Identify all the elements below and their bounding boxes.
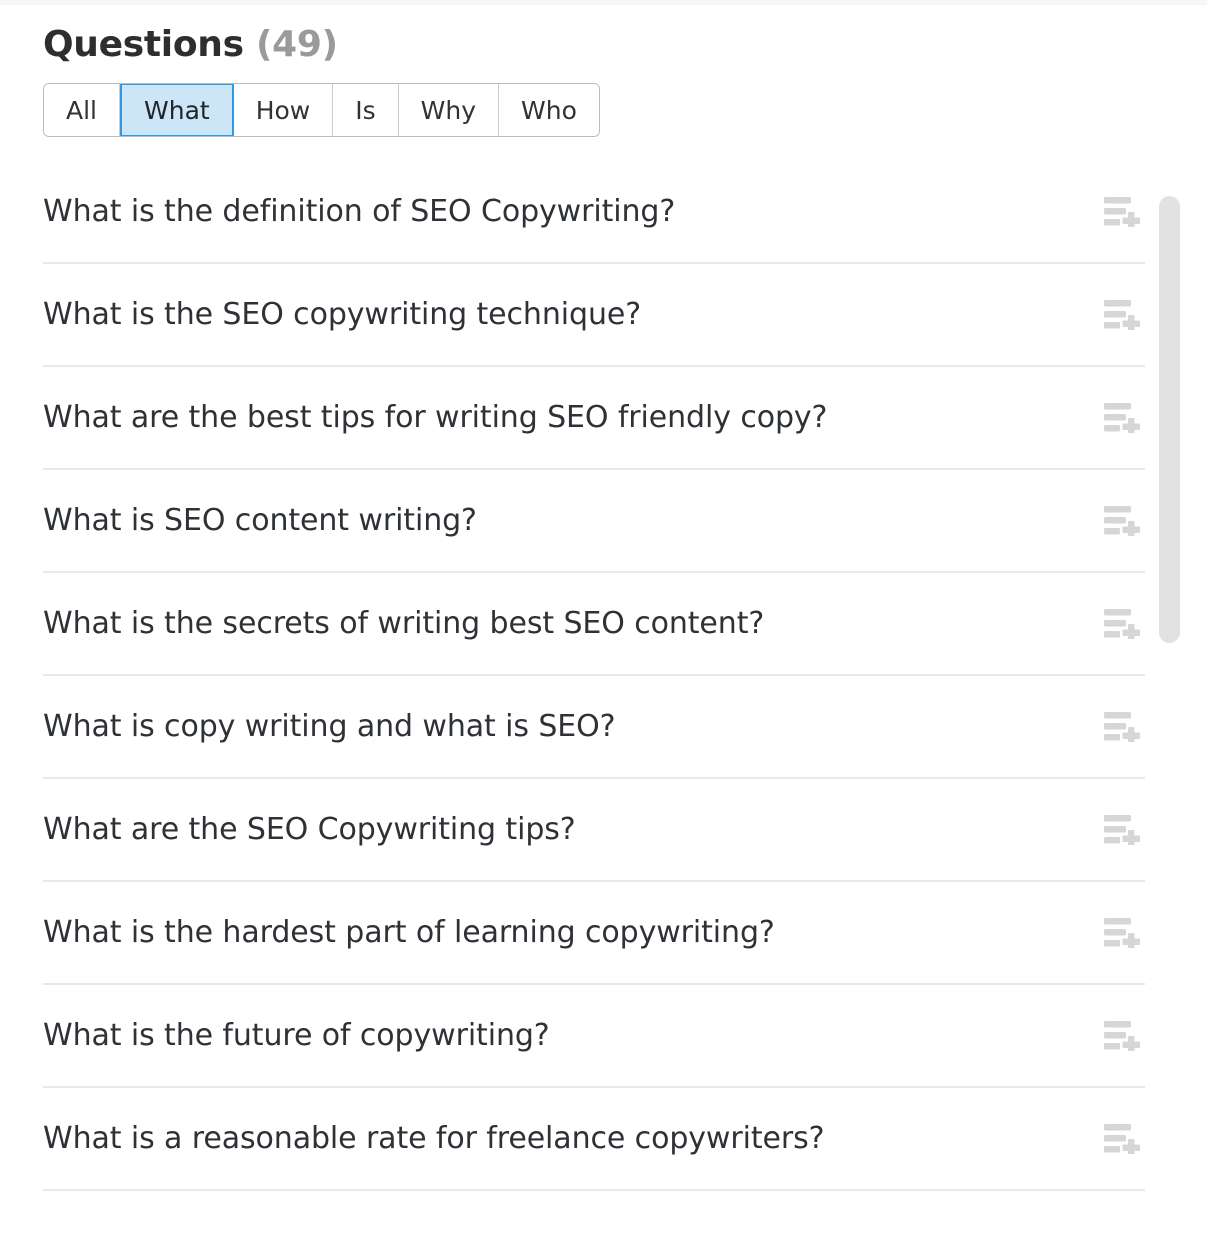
list-item[interactable]: What is the hardest part of learning cop… <box>43 882 1145 985</box>
add-to-list-button[interactable] <box>1101 602 1145 646</box>
add-to-list-icon <box>1104 197 1140 227</box>
add-to-list-button[interactable] <box>1101 396 1145 440</box>
list-item[interactable]: What is copy writing and what is SEO? <box>43 676 1145 779</box>
tab-how-label: How <box>255 95 311 125</box>
question-text: What is the hardest part of learning cop… <box>43 914 775 950</box>
list-item[interactable]: What is a reasonable rate for freelance … <box>43 1088 1145 1191</box>
question-list: What is the definition of SEO Copywritin… <box>0 162 1207 1191</box>
add-to-list-icon <box>1104 711 1140 742</box>
list-scrollbar-thumb[interactable] <box>1159 196 1180 643</box>
question-text: What is the SEO copywriting technique? <box>43 296 642 332</box>
question-text: What is copy writing and what is SEO? <box>43 708 616 744</box>
list-item[interactable]: What are the SEO Copywriting tips? <box>43 779 1145 882</box>
list-item[interactable]: What is the secrets of writing best SEO … <box>43 573 1145 676</box>
list-item[interactable]: What is SEO content writing? <box>43 470 1145 573</box>
add-to-list-button[interactable] <box>1101 499 1145 543</box>
list-item[interactable]: What is the SEO copywriting technique? <box>43 264 1145 367</box>
tab-what[interactable]: What <box>120 84 234 136</box>
add-to-list-icon <box>1104 299 1140 330</box>
add-to-list-button[interactable] <box>1101 1014 1145 1058</box>
question-text: What is a reasonable rate for freelance … <box>43 1120 825 1156</box>
add-to-list-icon <box>1104 814 1140 845</box>
panel-header: Questions (49) <box>0 5 1207 67</box>
question-count: (49) <box>255 24 338 65</box>
question-text: What is the definition of SEO Copywritin… <box>43 194 676 229</box>
tab-who-label: Who <box>521 95 577 125</box>
question-text: What is the future of copywriting? <box>43 1017 550 1053</box>
add-to-list-button[interactable] <box>1101 808 1145 852</box>
add-to-list-icon <box>1104 505 1140 536</box>
tab-all[interactable]: All <box>44 84 120 136</box>
tab-what-label: What <box>144 95 210 125</box>
list-item[interactable]: What are the best tips for writing SEO f… <box>43 367 1145 470</box>
tab-is-label: Is <box>355 95 376 125</box>
add-to-list-icon <box>1104 1020 1140 1051</box>
add-to-list-button[interactable] <box>1101 293 1145 337</box>
add-to-list-button[interactable] <box>1101 705 1145 749</box>
add-to-list-button[interactable] <box>1101 190 1145 234</box>
add-to-list-icon <box>1104 917 1140 948</box>
tab-all-label: All <box>66 95 97 125</box>
question-text: What is SEO content writing? <box>43 502 477 538</box>
tab-who[interactable]: Who <box>499 84 599 136</box>
tab-is[interactable]: Is <box>333 84 399 136</box>
tab-why[interactable]: Why <box>398 84 499 136</box>
questions-panel: Questions (49) All What How Is Why Who W… <box>0 5 1207 1236</box>
page-title-text: Questions <box>43 24 244 65</box>
page-title: Questions (49) <box>43 23 338 67</box>
question-text: What are the SEO Copywriting tips? <box>43 811 576 847</box>
add-to-list-icon <box>1104 1123 1140 1154</box>
question-type-tabs: All What How Is Why Who <box>43 83 600 137</box>
add-to-list-button[interactable] <box>1101 1117 1145 1161</box>
add-to-list-icon <box>1104 402 1140 433</box>
list-scrollbar-track[interactable] <box>1159 196 1180 1236</box>
tab-how[interactable]: How <box>233 84 334 136</box>
tab-why-label: Why <box>420 95 476 125</box>
add-to-list-button[interactable] <box>1101 911 1145 955</box>
question-text: What are the best tips for writing SEO f… <box>43 399 828 435</box>
question-text: What is the secrets of writing best SEO … <box>43 605 765 641</box>
add-to-list-icon <box>1104 608 1140 639</box>
title-row: Questions (49) <box>43 23 1207 67</box>
list-item[interactable]: What is the future of copywriting? <box>43 985 1145 1088</box>
list-item[interactable]: What is the definition of SEO Copywritin… <box>43 162 1145 264</box>
